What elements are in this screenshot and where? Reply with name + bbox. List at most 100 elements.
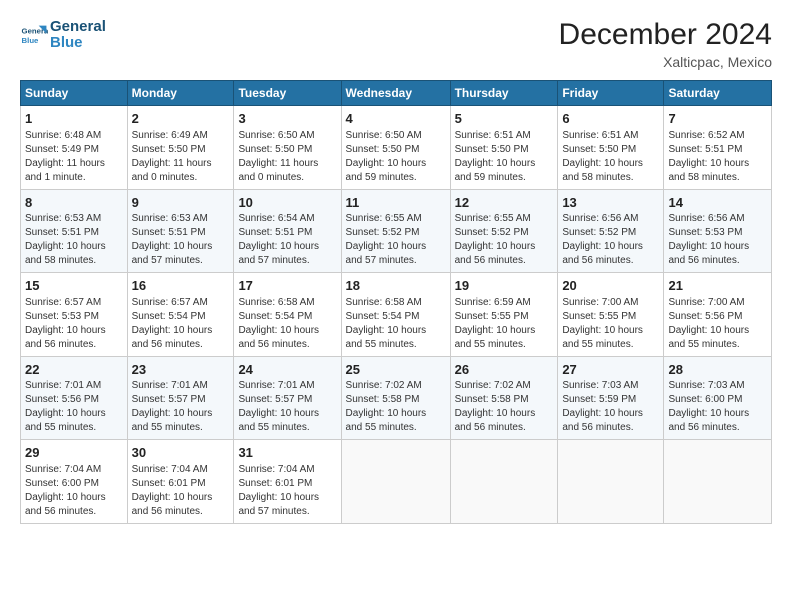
calendar-header: SundayMondayTuesdayWednesdayThursdayFrid… (21, 81, 772, 106)
week-row-3: 22Sunrise: 7:01 AMSunset: 5:56 PMDayligh… (21, 356, 772, 440)
calendar-cell (450, 440, 558, 524)
header-day-tuesday: Tuesday (234, 81, 341, 106)
day-number: 18 (346, 277, 446, 295)
calendar-cell: 31Sunrise: 7:04 AMSunset: 6:01 PMDayligh… (234, 440, 341, 524)
week-row-0: 1Sunrise: 6:48 AMSunset: 5:49 PMDaylight… (21, 106, 772, 190)
calendar-cell: 14Sunrise: 6:56 AMSunset: 5:53 PMDayligh… (664, 189, 772, 273)
day-info: Sunrise: 6:58 AMSunset: 5:54 PMDaylight:… (238, 296, 336, 352)
calendar-cell: 9Sunrise: 6:53 AMSunset: 5:51 PMDaylight… (127, 189, 234, 273)
title-block: December 2024 Xalticpac, Mexico (559, 18, 772, 70)
day-info: Sunrise: 6:50 AMSunset: 5:50 PMDaylight:… (346, 129, 446, 185)
day-info: Sunrise: 6:58 AMSunset: 5:54 PMDaylight:… (346, 296, 446, 352)
calendar-cell: 20Sunrise: 7:00 AMSunset: 5:55 PMDayligh… (558, 273, 664, 357)
day-info: Sunrise: 6:57 AMSunset: 5:53 PMDaylight:… (25, 296, 123, 352)
day-info: Sunrise: 6:56 AMSunset: 5:53 PMDaylight:… (668, 212, 767, 268)
day-info: Sunrise: 6:53 AMSunset: 5:51 PMDaylight:… (25, 212, 123, 268)
week-row-4: 29Sunrise: 7:04 AMSunset: 6:00 PMDayligh… (21, 440, 772, 524)
calendar-cell (341, 440, 450, 524)
day-number: 1 (25, 110, 123, 128)
day-info: Sunrise: 6:57 AMSunset: 5:54 PMDaylight:… (132, 296, 230, 352)
calendar-cell: 12Sunrise: 6:55 AMSunset: 5:52 PMDayligh… (450, 189, 558, 273)
calendar-cell: 8Sunrise: 6:53 AMSunset: 5:51 PMDaylight… (21, 189, 128, 273)
calendar-cell: 28Sunrise: 7:03 AMSunset: 6:00 PMDayligh… (664, 356, 772, 440)
day-info: Sunrise: 7:03 AMSunset: 6:00 PMDaylight:… (668, 379, 767, 435)
header-day-monday: Monday (127, 81, 234, 106)
calendar-cell: 30Sunrise: 7:04 AMSunset: 6:01 PMDayligh… (127, 440, 234, 524)
day-info: Sunrise: 6:49 AMSunset: 5:50 PMDaylight:… (132, 129, 230, 185)
calendar-cell: 18Sunrise: 6:58 AMSunset: 5:54 PMDayligh… (341, 273, 450, 357)
header-day-friday: Friday (558, 81, 664, 106)
day-info: Sunrise: 6:51 AMSunset: 5:50 PMDaylight:… (562, 129, 659, 185)
header-day-saturday: Saturday (664, 81, 772, 106)
logo-blue: Blue (50, 34, 106, 52)
day-info: Sunrise: 7:04 AMSunset: 6:00 PMDaylight:… (25, 463, 123, 519)
day-number: 6 (562, 110, 659, 128)
calendar-cell: 26Sunrise: 7:02 AMSunset: 5:58 PMDayligh… (450, 356, 558, 440)
day-info: Sunrise: 7:03 AMSunset: 5:59 PMDaylight:… (562, 379, 659, 435)
day-number: 20 (562, 277, 659, 295)
day-number: 15 (25, 277, 123, 295)
day-number: 9 (132, 194, 230, 212)
day-number: 28 (668, 361, 767, 379)
calendar-cell: 25Sunrise: 7:02 AMSunset: 5:58 PMDayligh… (341, 356, 450, 440)
day-info: Sunrise: 6:50 AMSunset: 5:50 PMDaylight:… (238, 129, 336, 185)
day-number: 23 (132, 361, 230, 379)
day-info: Sunrise: 7:04 AMSunset: 6:01 PMDaylight:… (132, 463, 230, 519)
main-title: December 2024 (559, 18, 772, 52)
header-row: SundayMondayTuesdayWednesdayThursdayFrid… (21, 81, 772, 106)
day-number: 29 (25, 444, 123, 462)
calendar-cell: 24Sunrise: 7:01 AMSunset: 5:57 PMDayligh… (234, 356, 341, 440)
calendar-cell: 4Sunrise: 6:50 AMSunset: 5:50 PMDaylight… (341, 106, 450, 190)
subtitle: Xalticpac, Mexico (559, 54, 772, 70)
day-info: Sunrise: 6:51 AMSunset: 5:50 PMDaylight:… (455, 129, 554, 185)
calendar-cell: 5Sunrise: 6:51 AMSunset: 5:50 PMDaylight… (450, 106, 558, 190)
day-info: Sunrise: 7:00 AMSunset: 5:55 PMDaylight:… (562, 296, 659, 352)
day-number: 30 (132, 444, 230, 462)
calendar-cell (558, 440, 664, 524)
calendar-cell: 17Sunrise: 6:58 AMSunset: 5:54 PMDayligh… (234, 273, 341, 357)
calendar-cell: 16Sunrise: 6:57 AMSunset: 5:54 PMDayligh… (127, 273, 234, 357)
calendar-cell: 6Sunrise: 6:51 AMSunset: 5:50 PMDaylight… (558, 106, 664, 190)
day-info: Sunrise: 7:01 AMSunset: 5:57 PMDaylight:… (132, 379, 230, 435)
page: General Blue General Blue December 2024 … (0, 0, 792, 612)
day-info: Sunrise: 6:55 AMSunset: 5:52 PMDaylight:… (346, 212, 446, 268)
day-info: Sunrise: 7:01 AMSunset: 5:57 PMDaylight:… (238, 379, 336, 435)
day-number: 3 (238, 110, 336, 128)
day-info: Sunrise: 7:04 AMSunset: 6:01 PMDaylight:… (238, 463, 336, 519)
day-number: 22 (25, 361, 123, 379)
day-info: Sunrise: 6:59 AMSunset: 5:55 PMDaylight:… (455, 296, 554, 352)
day-number: 16 (132, 277, 230, 295)
day-info: Sunrise: 7:00 AMSunset: 5:56 PMDaylight:… (668, 296, 767, 352)
day-number: 31 (238, 444, 336, 462)
calendar-cell: 1Sunrise: 6:48 AMSunset: 5:49 PMDaylight… (21, 106, 128, 190)
calendar-cell: 2Sunrise: 6:49 AMSunset: 5:50 PMDaylight… (127, 106, 234, 190)
logo: General Blue General Blue (20, 18, 106, 52)
calendar-cell: 21Sunrise: 7:00 AMSunset: 5:56 PMDayligh… (664, 273, 772, 357)
day-number: 17 (238, 277, 336, 295)
calendar-cell: 3Sunrise: 6:50 AMSunset: 5:50 PMDaylight… (234, 106, 341, 190)
day-number: 2 (132, 110, 230, 128)
day-number: 25 (346, 361, 446, 379)
calendar-cell: 22Sunrise: 7:01 AMSunset: 5:56 PMDayligh… (21, 356, 128, 440)
day-info: Sunrise: 6:52 AMSunset: 5:51 PMDaylight:… (668, 129, 767, 185)
day-info: Sunrise: 6:48 AMSunset: 5:49 PMDaylight:… (25, 129, 123, 185)
day-number: 14 (668, 194, 767, 212)
day-info: Sunrise: 7:02 AMSunset: 5:58 PMDaylight:… (455, 379, 554, 435)
header-day-thursday: Thursday (450, 81, 558, 106)
day-number: 12 (455, 194, 554, 212)
calendar-cell: 19Sunrise: 6:59 AMSunset: 5:55 PMDayligh… (450, 273, 558, 357)
day-number: 8 (25, 194, 123, 212)
calendar-cell: 11Sunrise: 6:55 AMSunset: 5:52 PMDayligh… (341, 189, 450, 273)
calendar-cell: 29Sunrise: 7:04 AMSunset: 6:00 PMDayligh… (21, 440, 128, 524)
day-number: 7 (668, 110, 767, 128)
header-day-wednesday: Wednesday (341, 81, 450, 106)
day-number: 27 (562, 361, 659, 379)
day-info: Sunrise: 6:56 AMSunset: 5:52 PMDaylight:… (562, 212, 659, 268)
day-info: Sunrise: 6:53 AMSunset: 5:51 PMDaylight:… (132, 212, 230, 268)
svg-text:Blue: Blue (22, 36, 40, 45)
day-info: Sunrise: 6:54 AMSunset: 5:51 PMDaylight:… (238, 212, 336, 268)
calendar-body: 1Sunrise: 6:48 AMSunset: 5:49 PMDaylight… (21, 106, 772, 524)
day-info: Sunrise: 6:55 AMSunset: 5:52 PMDaylight:… (455, 212, 554, 268)
day-info: Sunrise: 7:02 AMSunset: 5:58 PMDaylight:… (346, 379, 446, 435)
header: General Blue General Blue December 2024 … (20, 18, 772, 70)
